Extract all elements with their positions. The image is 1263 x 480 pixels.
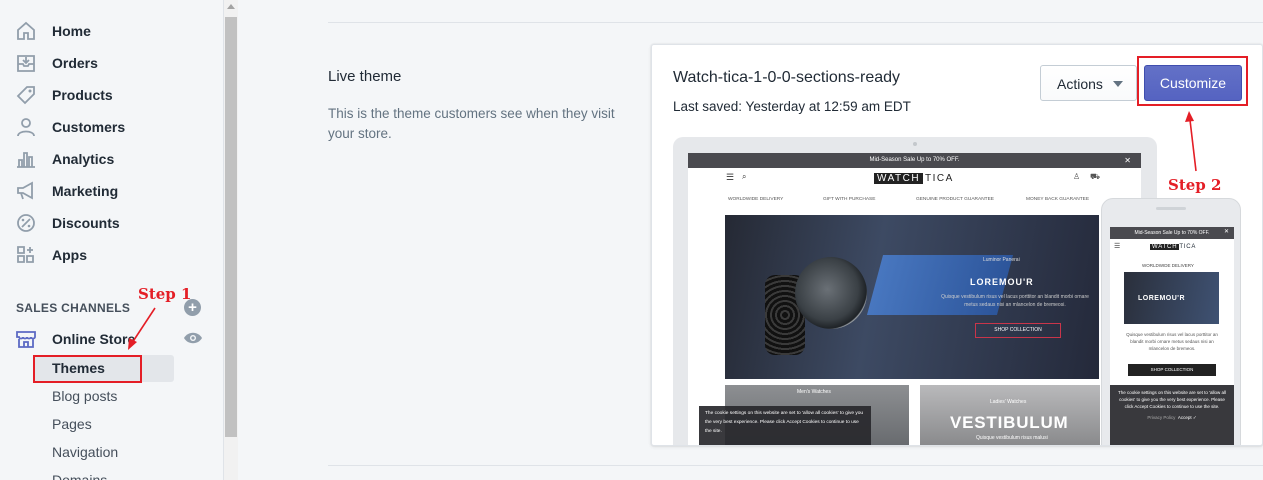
step1-highlight-box	[33, 355, 142, 383]
hamburger-icon: ☰	[726, 172, 735, 182]
watch-image	[795, 257, 867, 329]
step2-highlight-box	[1137, 56, 1248, 106]
sidebar-subitem-pages[interactable]: Pages	[34, 411, 174, 438]
preview-hero-image: Luminor Panerai LOREMOU'R Quisque vestib…	[725, 215, 1099, 379]
theme-name: Watch-tica-1-0-0-sections-ready	[673, 69, 901, 86]
person-icon	[17, 118, 35, 137]
account-icon: ♙	[1073, 172, 1081, 181]
mobile-preview-screen: Mid-Season Sale Up to 70% OFF. ✕ ☰ WATCH…	[1110, 227, 1234, 445]
preview-promo-bar: Mid-Season Sale Up to 70% OFF.	[688, 153, 1141, 168]
preview-logo: WATCH TICA	[874, 173, 954, 184]
eye-icon[interactable]	[183, 331, 203, 345]
sidebar-item-label: Products	[52, 87, 113, 103]
cart-icon: ⛟	[1090, 172, 1101, 181]
orders-icon	[17, 55, 35, 72]
apps-icon	[17, 246, 34, 263]
caret-down-icon	[1113, 81, 1123, 87]
desktop-preview-screen: Mid-Season Sale Up to 70% OFF. ✕ ☰ ⌕ WAT…	[688, 153, 1141, 445]
sidebar-item-home[interactable]: Home	[0, 15, 224, 47]
sidebar-item-orders[interactable]: Orders	[0, 47, 224, 79]
tag-icon	[16, 86, 35, 105]
close-icon: ✕	[1224, 229, 1230, 235]
home-icon	[17, 21, 35, 40]
mobile-preview-frame: Mid-Season Sale Up to 70% OFF. ✕ ☰ WATCH…	[1101, 198, 1241, 445]
preview-feature-bar: WORLDWIDE DELIVERY GIFT WITH PURCHASE GE…	[728, 197, 1090, 202]
sidebar-item-apps[interactable]: Apps	[0, 239, 224, 271]
desktop-preview-frame: Mid-Season Sale Up to 70% OFF. ✕ ☰ ⌕ WAT…	[673, 137, 1157, 445]
sidebar-item-label: Online Store	[52, 331, 136, 347]
mobile-cookie-banner: The cookie settings on this website are …	[1110, 385, 1234, 445]
sidebar: Home Orders Products Customers Analytics…	[0, 0, 224, 480]
step1-label: Step 1	[138, 285, 192, 303]
preview-cookie-banner: The cookie settings on this website are …	[699, 406, 871, 445]
sidebar-item-label: Marketing	[52, 183, 119, 199]
sidebar-scrollbar[interactable]	[224, 0, 238, 480]
sidebar-subitem-navigation[interactable]: Navigation	[34, 439, 174, 466]
store-icon	[16, 331, 36, 348]
sidebar-item-customers[interactable]: Customers	[0, 111, 224, 143]
sidebar-item-label: Apps	[52, 247, 87, 263]
close-icon: ✕	[1124, 156, 1131, 165]
mobile-logo: WATCH TICA	[1150, 244, 1197, 250]
sidebar-item-label: Customers	[52, 119, 126, 135]
section-divider	[328, 22, 1263, 23]
scrollbar-thumb[interactable]	[225, 17, 237, 437]
sidebar-subitem-domains[interactable]: Domains	[34, 467, 174, 480]
sidebar-item-label: Orders	[52, 55, 98, 71]
sales-channels-heading: SALES CHANNELS	[16, 301, 131, 315]
sidebar-item-marketing[interactable]: Marketing	[0, 175, 224, 207]
section-divider	[328, 465, 1263, 466]
last-saved-text: Last saved: Yesterday at 12:59 am EDT	[673, 99, 911, 114]
scroll-up-arrow-icon[interactable]	[227, 4, 235, 9]
live-theme-title: Live theme	[328, 68, 402, 85]
preview-site-header: ☰ ⌕ WATCH TICA ♙ ⛟	[688, 168, 1141, 190]
sidebar-item-discounts[interactable]: Discounts	[0, 207, 224, 239]
sidebar-item-products[interactable]: Products	[0, 79, 224, 111]
sidebar-item-analytics[interactable]: Analytics	[0, 143, 224, 175]
hamburger-icon: ☰	[1114, 243, 1121, 250]
sidebar-subitem-blog-posts[interactable]: Blog posts	[34, 383, 174, 410]
sidebar-item-label: Discounts	[52, 215, 120, 231]
live-theme-description: This is the theme customers see when the…	[328, 106, 615, 141]
sidebar-item-label: Home	[52, 23, 91, 39]
discount-icon	[17, 214, 35, 232]
search-icon: ⌕	[742, 172, 747, 181]
bar-chart-icon	[17, 152, 35, 168]
actions-dropdown-button[interactable]: Actions	[1040, 65, 1137, 101]
sidebar-item-label: Analytics	[52, 151, 115, 167]
step2-label: Step 2	[1168, 176, 1222, 194]
megaphone-icon	[17, 181, 33, 200]
